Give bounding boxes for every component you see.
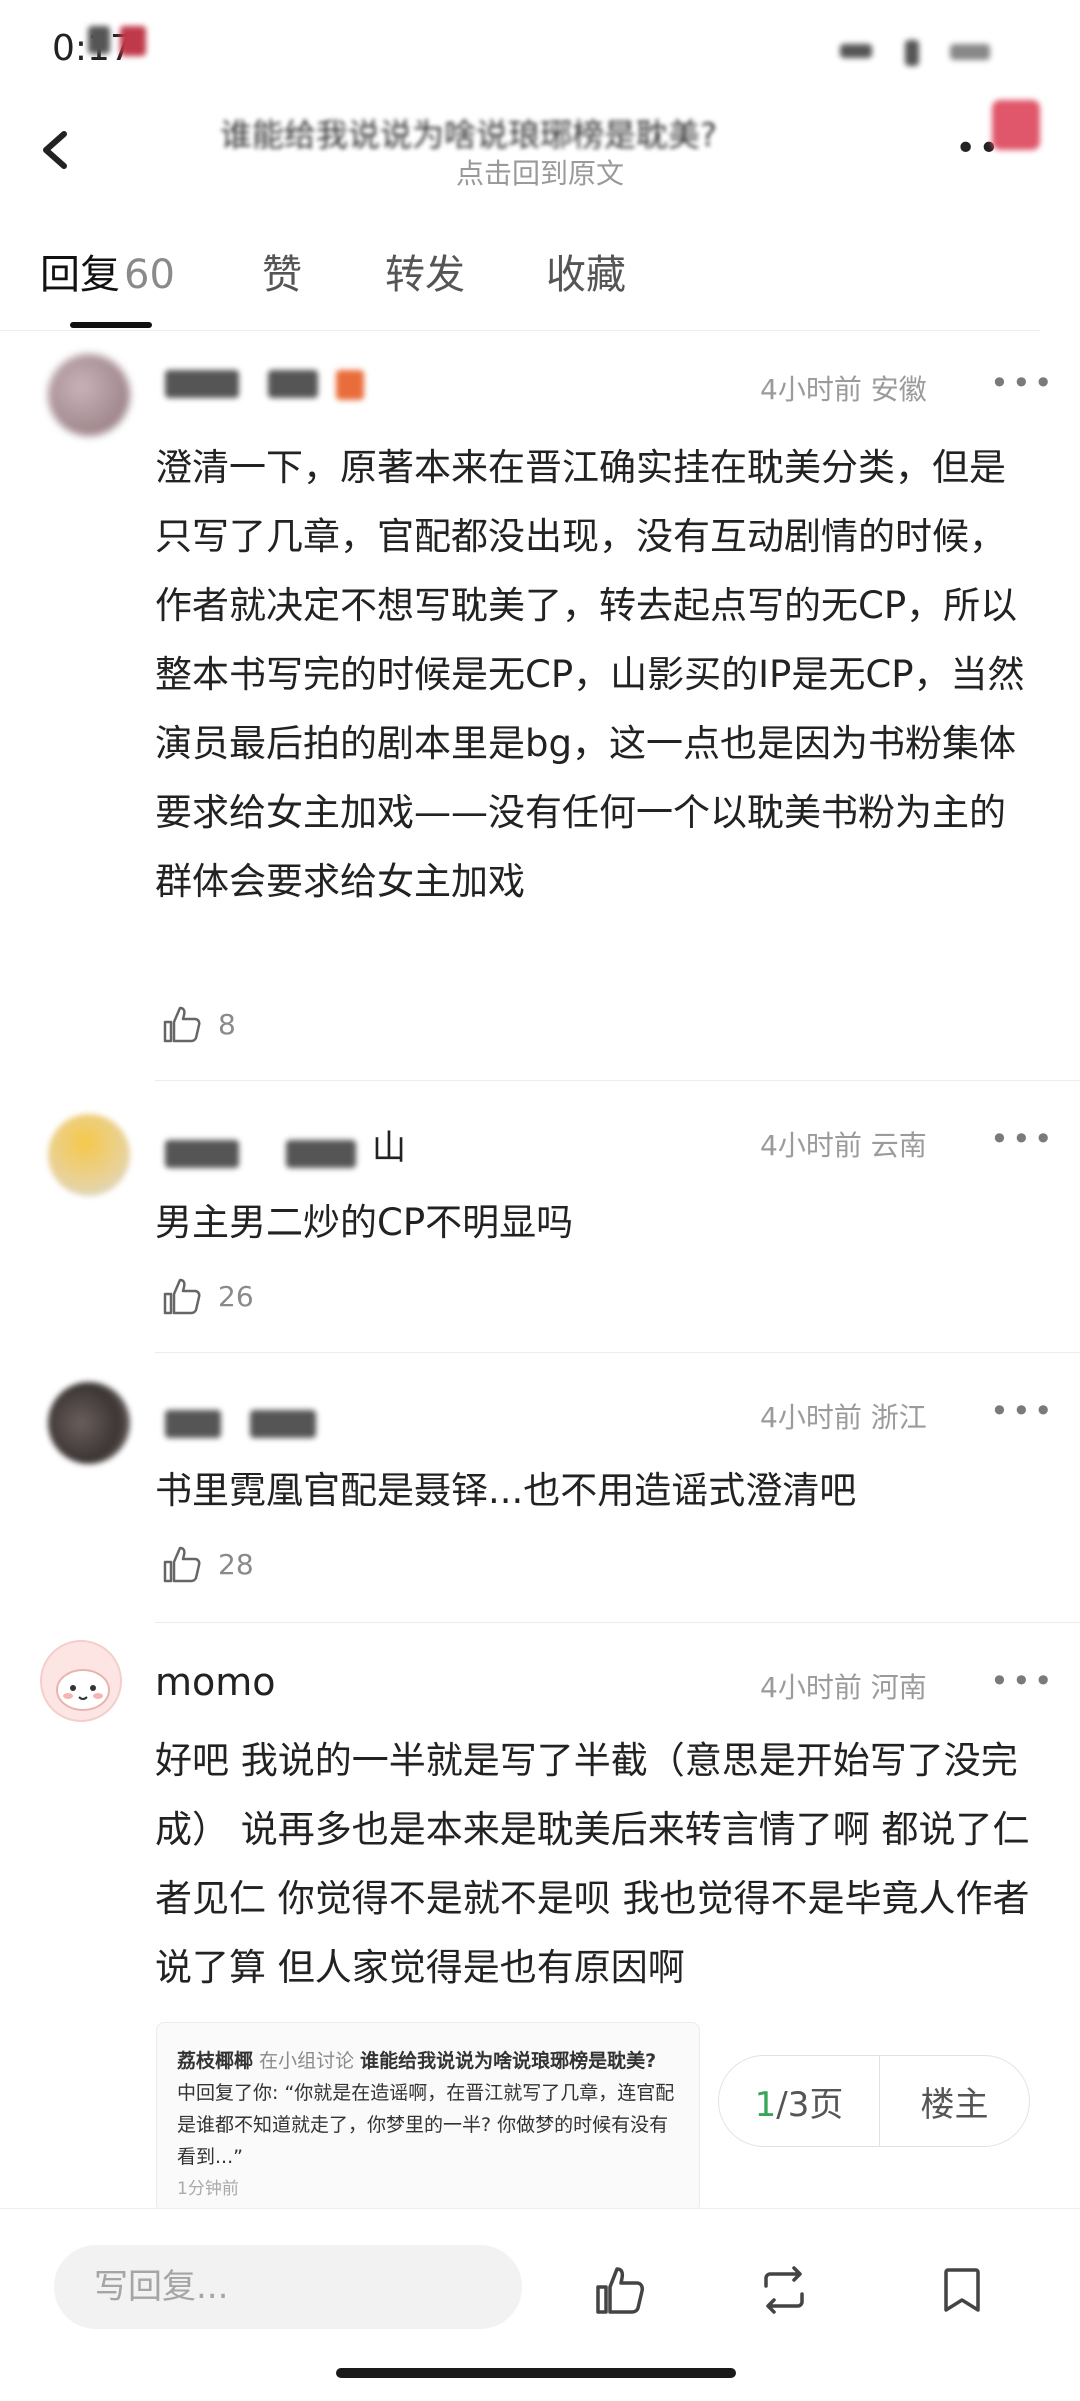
comment-location: 浙江 <box>870 1401 927 1434</box>
username[interactable] <box>165 1140 239 1168</box>
username[interactable] <box>165 1410 221 1438</box>
home-indicator <box>336 2368 736 2378</box>
comment-location: 安徽 <box>870 373 927 406</box>
comment-meta: 4小时前 安徽 <box>760 368 927 408</box>
repost-icon[interactable] <box>756 2262 812 2318</box>
status-app-icon <box>120 26 146 56</box>
page-indicator[interactable]: 1/3页 <box>719 2077 879 2126</box>
thumbs-up-icon[interactable] <box>592 2262 648 2318</box>
total-pages: /3页 <box>776 2084 844 2125</box>
header-app-icon <box>992 100 1040 150</box>
tab-likes[interactable]: 赞 <box>262 242 302 300</box>
username[interactable] <box>250 1410 316 1438</box>
comment-meta: 4小时前 云南 <box>760 1124 927 1164</box>
current-page: 1 <box>754 2084 777 2125</box>
username[interactable] <box>286 1140 356 1168</box>
user-badge <box>268 370 318 398</box>
like-button[interactable]: 26 <box>160 1274 254 1318</box>
comment-text: 澄清一下，原著本来在晋江确实挂在耽美分类，但是只写了几章，官配都没出现，没有互动… <box>155 446 1025 903</box>
comment-text: 男主男二炒的CP不明显吗 <box>155 1201 574 1244</box>
status-wifi-icon <box>905 40 919 66</box>
thumbs-up-icon <box>163 1006 201 1043</box>
quote-author: 荔枝椰椰 <box>177 2050 254 2072</box>
active-tab-indicator <box>70 322 152 328</box>
back-to-original-link[interactable]: 点击回到原文 <box>0 152 1080 192</box>
pagination-pill: 1/3页 楼主 <box>718 2055 1030 2147</box>
page-title[interactable]: 谁能给我说说为啥说琅琊榜是耽美? <box>220 110 840 150</box>
like-button[interactable]: 8 <box>160 1002 236 1046</box>
comment-location: 河南 <box>870 1671 927 1704</box>
like-count: 8 <box>218 1007 236 1041</box>
comment-time: 4小时前 <box>760 1129 862 1162</box>
status-signal-icon <box>840 44 872 58</box>
tab-favorites[interactable]: 收藏 <box>546 242 626 300</box>
comment-more-icon[interactable]: ••• <box>990 1120 1056 1158</box>
tab-replies-count: 60 <box>124 252 175 298</box>
comment-text: 书里霓凰官配是聂铎...也不用造谣式澄清吧 <box>155 1469 857 1512</box>
quote-group: 在小组讨论 <box>259 2050 355 2072</box>
quote-body: 中回复了你: “你就是在造谣啊，在晋江就写了几章，连官配是谁都不知道就走了，你梦… <box>177 2082 675 2168</box>
comment-divider <box>155 1622 1080 1623</box>
comment-more-icon[interactable]: ••• <box>990 364 1056 402</box>
comment-divider <box>155 1352 1080 1353</box>
comment-location: 云南 <box>870 1129 927 1162</box>
like-button[interactable]: 28 <box>160 1542 254 1586</box>
tab-reposts[interactable]: 转发 <box>385 242 465 300</box>
comment-text: 好吧 我说的一半就是写了半截（意思是开始写了没完成） 说再多也是本来是耽美后来转… <box>155 1739 1030 1989</box>
username[interactable] <box>165 370 239 398</box>
avatar[interactable] <box>48 1382 130 1464</box>
bookmark-icon[interactable] <box>934 2262 990 2318</box>
like-count: 26 <box>218 1279 254 1313</box>
username[interactable]: momo <box>155 1660 276 1704</box>
comment-divider <box>155 1080 1080 1081</box>
like-count: 28 <box>218 1547 254 1581</box>
avatar[interactable] <box>40 1640 122 1722</box>
owner-only-button[interactable]: 楼主 <box>880 2077 1029 2126</box>
quoted-reply-card[interactable]: 荔枝椰椰 在小组讨论 谁能给我说说为啥说琅琊榜是耽美? 中回复了你: “你就是在… <box>156 2022 700 2212</box>
reply-input[interactable]: 写回复... <box>54 2245 522 2329</box>
tab-replies-label: 回复 <box>40 252 120 298</box>
comment-time: 4小时前 <box>760 373 862 406</box>
comment-meta: 4小时前 河南 <box>760 1666 927 1706</box>
comment-meta: 4小时前 浙江 <box>760 1396 927 1436</box>
quote-time: 1分钟前 <box>177 2179 239 2199</box>
comment-more-icon[interactable]: ••• <box>990 1392 1056 1430</box>
tabs-divider <box>0 330 1040 331</box>
thumbs-up-icon <box>163 1546 201 1583</box>
status-notification-icon <box>88 26 110 54</box>
avatar[interactable] <box>48 354 130 436</box>
avatar[interactable] <box>48 1114 130 1196</box>
level-badge <box>336 370 364 400</box>
quote-topic-title: 谁能给我说说为啥说琅琊榜是耽美? <box>360 2050 657 2072</box>
comment-time: 4小时前 <box>760 1671 862 1704</box>
username-suffix: 山 <box>372 1128 406 1168</box>
thumbs-up-icon <box>163 1278 201 1315</box>
comment-more-icon[interactable]: ••• <box>990 1662 1056 1700</box>
tab-replies[interactable]: 回复 60 <box>40 242 175 300</box>
status-battery-icon <box>950 44 990 60</box>
comment-time: 4小时前 <box>760 1401 862 1434</box>
